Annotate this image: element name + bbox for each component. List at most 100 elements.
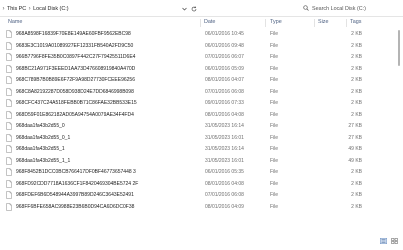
- file-row[interactable]: 968daa1fa43b2d55_1 31/05/2023 16:14 File…: [0, 143, 395, 155]
- file-name: 968CFC437C24A518FEBB0B71C86FAE32BB533E15: [16, 100, 137, 106]
- file-name: 968daa1fa43b2d55_1_1: [16, 157, 71, 164]
- file-row[interactable]: 968CFC437C24A518FEBB0B71C86FAE32BB533E15…: [0, 97, 395, 109]
- file-name: 966B7796F8FE35B0C0897F442C27F79425511D6E…: [16, 54, 136, 60]
- file-type: File: [270, 77, 279, 83]
- breadcrumb-this-pc[interactable]: This PC: [7, 6, 26, 12]
- file-type: File: [270, 169, 279, 175]
- file-name: 968C789B7B0B89E6F72F9A98D27730FCEEE96256: [16, 77, 135, 83]
- file-date: 08/01/2016 04:08: [205, 180, 244, 187]
- file-row[interactable]: 968daa1fa43b2d55_0 31/05/2023 16:14 File…: [0, 120, 395, 132]
- breadcrumb: › This PC › Local Disk (C:): [0, 3, 69, 14]
- file-icon: [6, 53, 12, 61]
- file-date: 08/01/2016 04:08: [205, 111, 244, 118]
- file-size: 49 KB: [348, 146, 362, 152]
- file-type: File: [270, 65, 279, 72]
- column-divider[interactable]: [346, 19, 347, 27]
- status-bar: [0, 236, 403, 250]
- file-icon: [6, 30, 12, 38]
- column-divider[interactable]: [265, 19, 266, 27]
- refresh-icon[interactable]: [191, 5, 197, 12]
- file-icon: [6, 41, 12, 50]
- file-size: 2 KB: [351, 31, 362, 37]
- file-name: 9683E3C1019A01089927EF12331FB540A2FD9C50: [16, 42, 134, 49]
- file-size: 2 KB: [351, 169, 362, 175]
- file-date: 31/05/2023 16:14: [205, 123, 244, 129]
- file-date: 08/01/2016 04:07: [205, 77, 244, 83]
- file-icon: [6, 156, 12, 165]
- large-icons-view-icon[interactable]: [391, 238, 398, 244]
- file-date: 07/01/2016 06:08: [205, 192, 244, 198]
- file-type: File: [270, 88, 279, 95]
- file-row[interactable]: 968daa1fa43b2d55_0_1 31/05/2023 16:01 Fi…: [0, 132, 395, 144]
- file-name: 968FD92CDD7718A1636CF1F8420469304BE5724 …: [16, 180, 139, 187]
- file-row[interactable]: 968A8598F16839F70E8E149AE60FBF9562EBC98 …: [0, 28, 395, 40]
- file-size: 2 KB: [351, 42, 362, 49]
- chevron-down-icon[interactable]: [182, 7, 187, 11]
- file-icon: [6, 202, 12, 211]
- file-size: 2 KB: [351, 111, 362, 118]
- file-type: File: [270, 146, 279, 152]
- file-name: 968F8452B1DCC0BCB766417DF0BF46773657448 …: [16, 169, 136, 175]
- file-date: 06/01/2016 10:45: [205, 31, 244, 37]
- address-controls: [182, 4, 197, 13]
- file-name: 968daa1fa43b2d55_0: [16, 123, 65, 129]
- file-row[interactable]: 968FDEF6B6D548944A3997B89D246C3643E52491…: [0, 189, 395, 201]
- file-row[interactable]: 968D59F01E862182AD05A94754A0079AE34F4FD4…: [0, 109, 395, 121]
- file-icon: [6, 76, 12, 84]
- file-name: 968daa1fa43b2d55_1: [16, 146, 65, 152]
- file-icon: [6, 133, 12, 142]
- file-date: 06/01/2016 05:35: [205, 169, 244, 175]
- file-row[interactable]: 968FF6BFE658AC9988E23B6B0D94CA6D6DC0F38 …: [0, 201, 395, 213]
- scrollbar-thumb[interactable]: [398, 30, 400, 66]
- file-size: 49 KB: [348, 157, 362, 164]
- file-date: 07/01/2016 06:08: [205, 88, 244, 95]
- search-input[interactable]: Search Local Disk (C:): [312, 6, 366, 12]
- details-view-icon[interactable]: [380, 238, 387, 244]
- file-size: 2 KB: [351, 65, 362, 72]
- file-type: File: [270, 42, 279, 49]
- file-date: 31/05/2023 16:01: [205, 157, 244, 164]
- file-row[interactable]: 968BC21A971F3EEED1AA73D476608919840A470D…: [0, 63, 395, 75]
- breadcrumb-local-disk[interactable]: Local Disk (C:): [33, 6, 68, 12]
- column-name[interactable]: Name: [8, 19, 22, 25]
- vertical-scrollbar[interactable]: [396, 28, 403, 235]
- file-row[interactable]: 9683E3C1019A01089927EF12331FB540A2FD9C50…: [0, 40, 395, 52]
- column-tags[interactable]: Tags: [350, 19, 361, 25]
- file-icon: [6, 179, 12, 188]
- column-size[interactable]: Size: [318, 19, 329, 25]
- file-type: File: [270, 134, 279, 141]
- file-name: 968daa1fa43b2d55_0_1: [16, 134, 71, 141]
- file-type: File: [270, 123, 279, 129]
- file-type: File: [270, 192, 279, 198]
- file-name: 968BC21A971F3EEED1AA73D476608919840A470D: [16, 65, 136, 72]
- column-divider[interactable]: [200, 19, 201, 27]
- file-name: 968C8A82192287D058D938D24E7DD6846998B098: [16, 88, 134, 95]
- file-type: File: [270, 111, 279, 118]
- file-type: File: [270, 31, 279, 37]
- file-type: File: [270, 100, 279, 106]
- file-name: 968FDEF6B6D548944A3997B89D246C3643E52491: [16, 192, 134, 198]
- file-icon: [6, 64, 12, 73]
- address-bar: › This PC › Local Disk (C:) Search Local…: [0, 0, 403, 17]
- file-name: 968FF6BFE658AC9988E23B6B0D94CA6D6DC0F38: [16, 203, 135, 210]
- file-size: 2 KB: [351, 192, 362, 198]
- search-box[interactable]: Search Local Disk (C:): [297, 3, 403, 14]
- file-row[interactable]: 968C8A82192287D058D938D24E7DD6846998B098…: [0, 86, 395, 98]
- file-name: 968A8598F16839F70E8E149AE60FBF9562EBC98: [16, 31, 131, 37]
- file-row[interactable]: 966B7796F8FE35B0C0897F442C27F79425511D6E…: [0, 51, 395, 63]
- file-date: 31/05/2023 16:14: [205, 146, 244, 152]
- column-type[interactable]: Type: [270, 19, 282, 25]
- file-date: 09/01/2016 07:33: [205, 100, 244, 106]
- file-size: 27 KB: [348, 134, 362, 141]
- file-icon: [6, 110, 12, 119]
- column-divider[interactable]: [314, 19, 315, 27]
- file-icon: [6, 99, 12, 107]
- file-row[interactable]: 968FD92CDD7718A1636CF1F8420469304BE5724 …: [0, 178, 395, 190]
- file-row[interactable]: 968daa1fa43b2d55_1_1 31/05/2023 16:01 Fi…: [0, 155, 395, 167]
- file-icon: [6, 191, 12, 199]
- file-row[interactable]: 968F8452B1DCC0BCB766417DF0BF46773657448 …: [0, 166, 395, 178]
- file-size: 2 KB: [351, 54, 362, 60]
- file-date: 06/01/2016 05:09: [205, 65, 244, 72]
- file-row[interactable]: 968C789B7B0B89E6F72F9A98D27730FCEEE96256…: [0, 74, 395, 86]
- column-date[interactable]: Date: [204, 19, 215, 25]
